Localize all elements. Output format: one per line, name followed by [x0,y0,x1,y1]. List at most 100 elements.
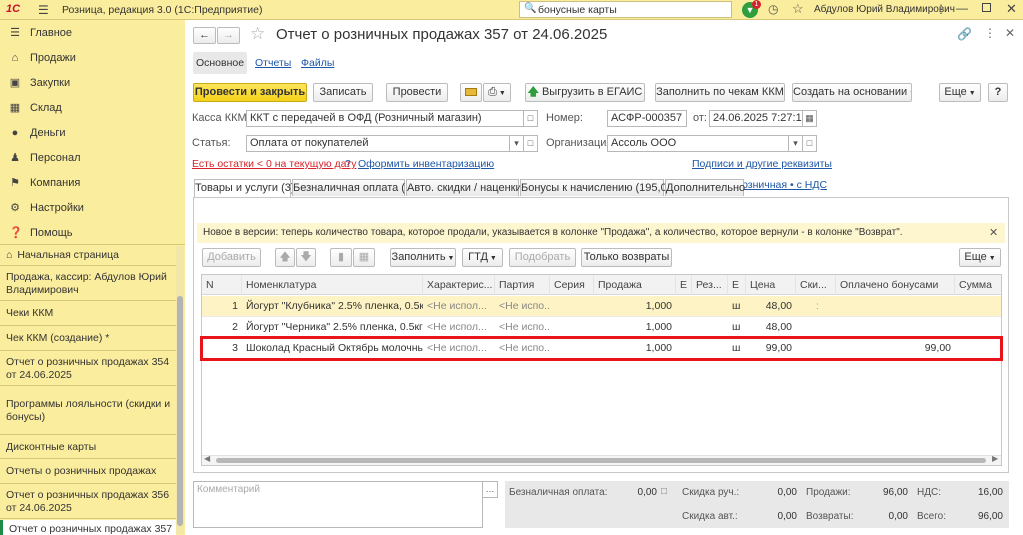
print-envelope-button[interactable] [460,83,482,102]
print-button[interactable]: ⎙ ▼ [483,83,511,102]
row-batch[interactable]: <Не испо... [495,296,550,317]
table-more-button[interactable]: Еще ▼ [959,248,1001,267]
close-banner-icon[interactable]: ✕ [989,226,998,239]
add-row-button[interactable]: Добавить [202,248,261,267]
nav-settings[interactable]: ⚙ Настройки [0,196,185,221]
table-hscrollbar[interactable]: ◀ ▶ [202,454,1001,465]
org-open-button[interactable]: □ [802,135,817,152]
link-icon[interactable]: 🔗 [957,27,972,41]
open-window-item[interactable]: Дисконтные карты [0,436,176,459]
hscroll-thumb[interactable] [216,458,986,463]
row-discount[interactable] [812,317,836,338]
history-icon[interactable]: ◷ [768,2,778,16]
inventory-link[interactable]: Оформить инвентаризацию [358,158,494,170]
row-nomenclature[interactable]: Йогурт "Черника" 2.5% пленка, 0.5кг [242,317,423,338]
row-quantity[interactable]: 1,000 [594,317,676,338]
hamburger-icon[interactable]: ☰ [38,3,49,17]
cashless-link-icon[interactable]: □ [661,486,667,497]
open-window-item[interactable]: Отчеты о розничных продажах [0,460,176,484]
scroll-right-icon[interactable]: ▶ [992,454,998,463]
nav-sales[interactable]: ⌂ Продажи [0,46,185,71]
open-window-item[interactable]: Отчет о розничных продажах 354 от 24.06.… [0,352,176,386]
open-window-item[interactable]: Чек ККМ (создание) * [0,327,176,351]
tab-main[interactable]: Основное [193,52,247,74]
col-n[interactable]: N [202,275,242,295]
more-menu-icon[interactable]: ⋮ [935,2,947,16]
organization-field[interactable]: Ассоль ООО [607,135,789,152]
stock-warning-question[interactable]: ? [345,158,351,170]
move-up-button[interactable]: 🡅 [275,248,295,267]
pick-button[interactable]: Подобрать [509,248,576,267]
row-characteristic[interactable]: <Не испол... [423,317,495,338]
open-window-item[interactable]: Продажа, кассир: Абдулов Юрий Владимиров… [0,267,176,301]
move-down-button[interactable]: 🡇 [296,248,316,267]
nav-main[interactable]: ☰ Главное [0,21,185,46]
nav-warehouse[interactable]: ▦ Склад [0,96,185,121]
article-open-button[interactable]: □ [523,135,538,152]
nav-help[interactable]: ❓ Помощь [0,221,185,246]
close-window-icon[interactable]: ✕ [1006,1,1017,17]
open-window-item[interactable]: Чеки ККМ [0,302,176,326]
gtd-button[interactable]: ГТД ▼ [462,248,503,267]
row-characteristic[interactable]: <Не испол... [423,296,495,317]
tab-additional[interactable]: Дополнительно [665,179,745,196]
app-logo[interactable]: 1C [6,3,20,15]
scan-button[interactable]: ▦ [353,248,375,267]
help-button[interactable]: ? [988,83,1008,102]
kassa-open-button[interactable]: □ [523,110,538,127]
open-window-item[interactable]: Отчет о розничных продажах 356 от 24.06.… [0,485,176,519]
favorites-icon[interactable]: ☆ [792,1,804,17]
tab-auto-discounts[interactable]: Авто. скидки / наценки [406,179,522,196]
post-and-close-button[interactable]: Провести и закрыть [193,83,307,102]
open-window-item[interactable]: Программы лояльности (скидки и бонусы) [0,387,176,435]
create-based-on-button[interactable]: Создать на основании ▼ [792,83,912,102]
nav-staff[interactable]: ♟ Персонал [0,146,185,171]
nav-company[interactable]: ⚑ Компания [0,171,185,196]
col-price[interactable]: Цена [746,275,796,295]
forward-button[interactable]: → [217,27,240,44]
col-reserve[interactable]: Рез... [692,275,728,295]
col-nomenclature[interactable]: Номенклатура [242,275,423,295]
more-button[interactable]: Еще ▼ [939,83,981,102]
tab-cashless[interactable]: Безналичная оплата (1) [292,179,415,196]
egais-upload-button[interactable]: 🡅 Выгрузить в ЕГАИС [525,83,645,102]
maximize-icon[interactable] [982,3,991,12]
col-paid-bonuses[interactable]: Оплачено бонусами [836,275,955,295]
row-price[interactable]: 48,00 [746,317,796,338]
tab-files[interactable]: Файлы [301,57,334,69]
row-price[interactable]: 48,00 [746,296,796,317]
form-menu-icon[interactable]: ⋮ [984,26,996,40]
negative-stock-warning-link[interactable]: Есть остатки < 0 на текущую дату [192,158,356,170]
row-batch[interactable]: <Не испо... [495,317,550,338]
col-discount[interactable]: Ски... [796,275,836,295]
comment-expand-button[interactable]: … [482,481,498,498]
scroll-left-icon[interactable]: ◀ [204,454,210,463]
minimize-icon[interactable]: — [956,1,968,15]
global-search-input[interactable]: 🔍 бонусные карты [519,1,732,18]
col-unit2[interactable]: Е [728,275,746,295]
nav-money[interactable]: ● Деньги [0,121,185,146]
fill-button[interactable]: Заполнить ▼ [390,248,456,267]
barcode-button[interactable]: ▮ [330,248,352,267]
nav-purchases[interactable]: ▣ Закупки [0,71,185,96]
kassa-field[interactable]: ККТ с передачей в ОФД (Розничный магазин… [246,110,524,127]
back-button[interactable]: ← [193,27,216,44]
scrollbar-thumb[interactable] [177,296,183,526]
comment-input[interactable]: Комментарий [193,481,483,528]
returns-only-button[interactable]: Только возвраты [581,248,672,267]
tab-goods[interactable]: Товары и услуги (3) [194,179,295,197]
home-page-link[interactable]: ⌂ Начальная страница [0,246,176,266]
tab-reports[interactable]: Отчеты [255,57,291,69]
article-dropdown-button[interactable]: ▾ [509,135,524,152]
date-field[interactable]: 24.06.2025 7:27:18 [709,110,803,127]
tab-bonuses[interactable]: Бонусы к начислению (195,00) [520,179,676,196]
form-close-icon[interactable]: ✕ [1005,26,1015,40]
article-field[interactable]: Оплата от покупателей [246,135,510,152]
col-batch[interactable]: Партия [495,275,550,295]
col-sum[interactable]: Сумма [955,275,1001,295]
row-quantity[interactable]: 1,000 [594,296,676,317]
org-dropdown-button[interactable]: ▾ [788,135,803,152]
calendar-button[interactable]: ▦ [802,110,817,127]
col-series[interactable]: Серия [550,275,594,295]
row-paid-bonuses[interactable] [836,317,955,338]
